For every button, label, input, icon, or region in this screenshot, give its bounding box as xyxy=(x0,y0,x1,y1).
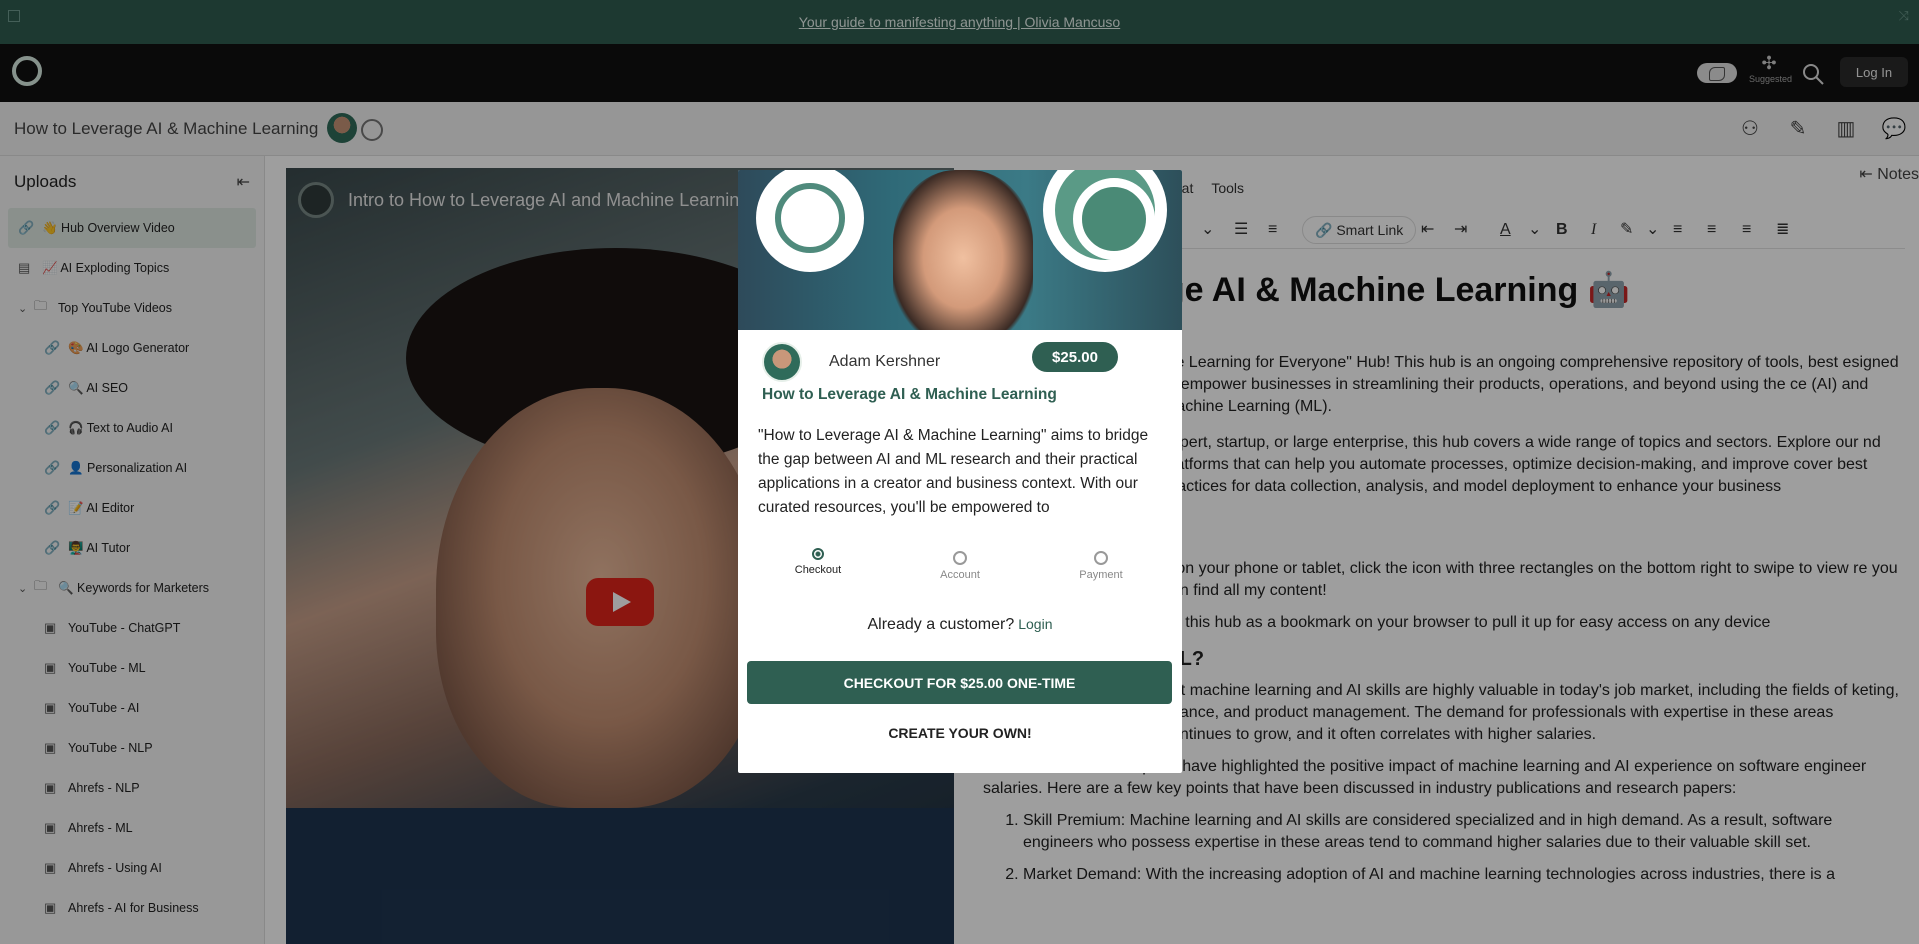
hub-cover-image xyxy=(738,170,1182,330)
product-title: How to Leverage AI & Machine Learning xyxy=(762,386,1057,403)
step-label: Checkout xyxy=(794,564,842,576)
step-account: Account xyxy=(910,551,1010,581)
checkout-modal: Adam Kershner $25.00 How to Leverage AI … xyxy=(738,170,1182,773)
already-customer-text: Already a customer? xyxy=(867,616,1015,633)
checkout-button[interactable]: CHECKOUT FOR $25.00 ONE-TIME xyxy=(747,661,1172,704)
product-description: "How to Leverage AI & Machine Learning" … xyxy=(758,427,1149,516)
cover-person xyxy=(893,170,1033,330)
step-dot-icon xyxy=(812,548,824,560)
step-checkout: Checkout xyxy=(768,548,868,576)
step-label: Account xyxy=(940,569,980,581)
card-icon xyxy=(1094,551,1108,565)
login-link[interactable]: Login xyxy=(1018,616,1052,632)
author-name: Adam Kershner xyxy=(829,353,941,370)
create-your-own-button[interactable]: CREATE YOUR OWN! xyxy=(738,725,1182,741)
user-icon xyxy=(953,551,967,565)
openai-logo-icon xyxy=(756,170,864,272)
checkout-steps: Checkout Account Payment xyxy=(738,548,1182,592)
step-payment: Payment xyxy=(1051,551,1151,581)
already-customer: Already a customer? Login xyxy=(738,616,1182,634)
step-label: Payment xyxy=(1079,569,1123,581)
author-avatar xyxy=(762,342,802,382)
hub-logo-icon xyxy=(1043,170,1167,272)
price-badge: $25.00 xyxy=(1032,342,1118,372)
